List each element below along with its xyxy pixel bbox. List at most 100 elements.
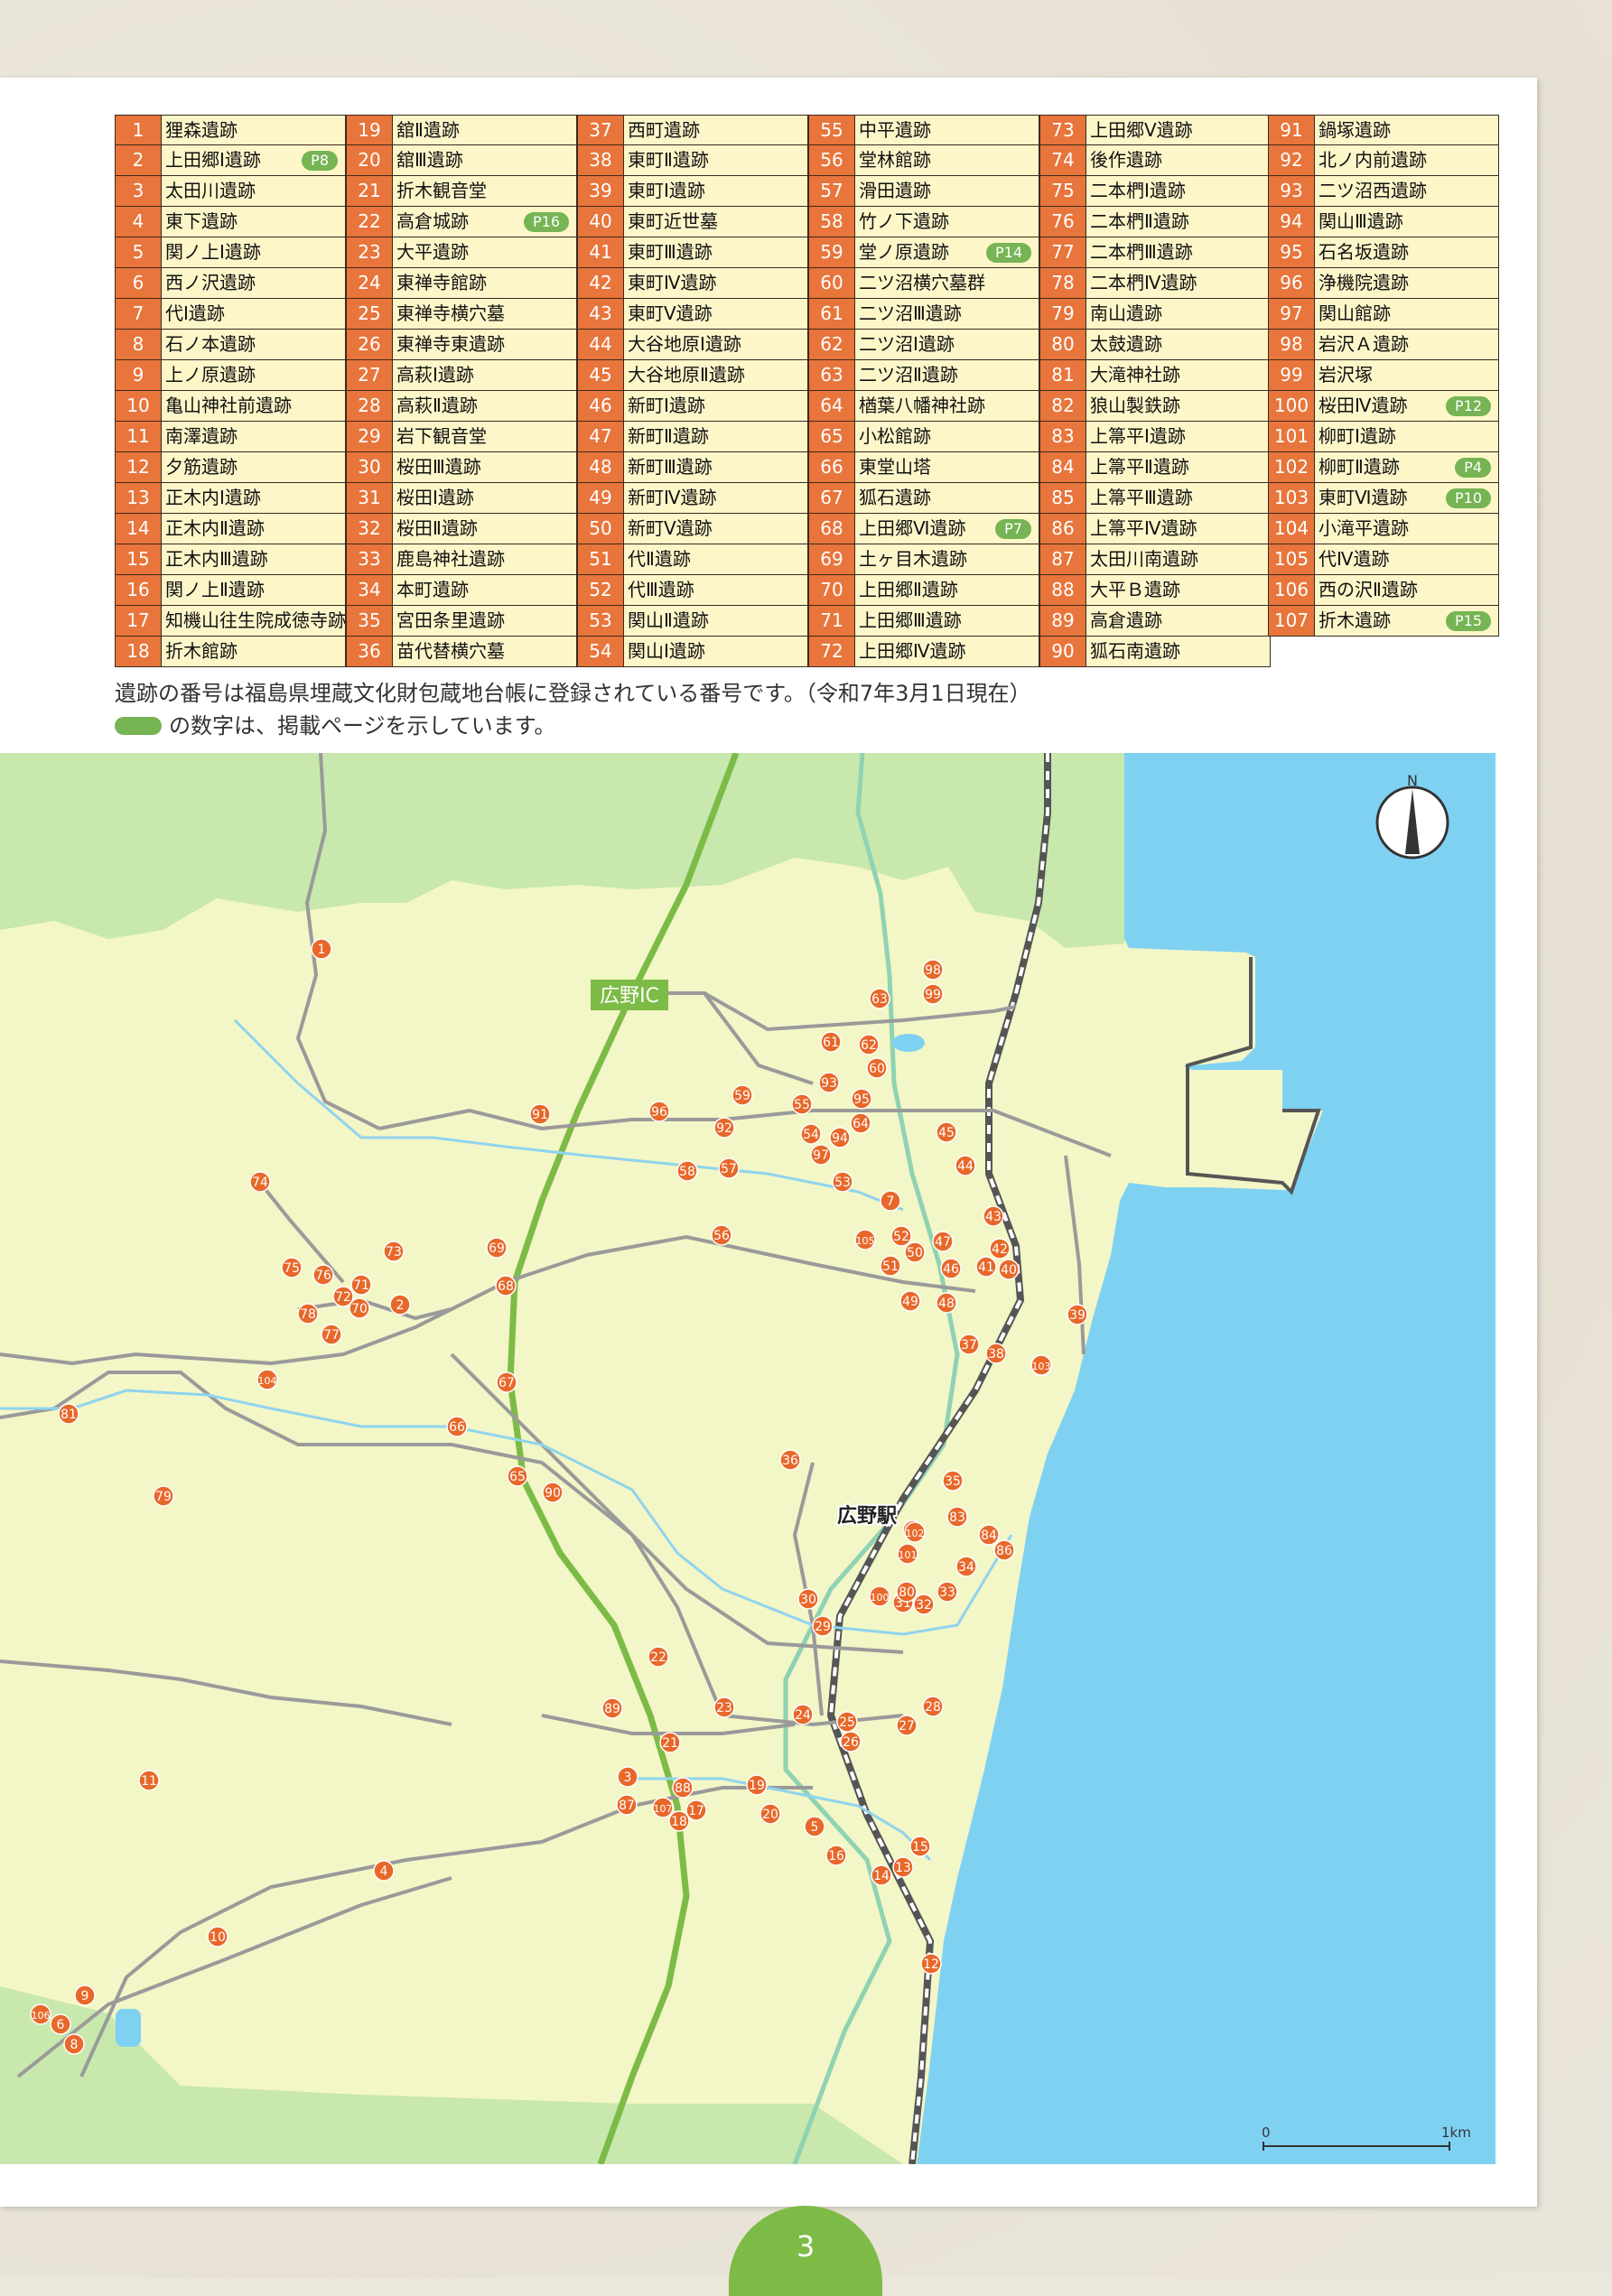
site-marker-20[interactable]: 20	[759, 1803, 781, 1825]
site-marker-47[interactable]: 47	[932, 1231, 954, 1252]
site-marker-32[interactable]: 32	[913, 1594, 935, 1615]
site-marker-103[interactable]: 103	[1030, 1354, 1052, 1376]
site-marker-65[interactable]: 65	[507, 1465, 528, 1487]
site-marker-21[interactable]: 21	[659, 1732, 681, 1753]
site-marker-88[interactable]: 88	[672, 1777, 694, 1799]
site-marker-6[interactable]: 6	[50, 2013, 71, 2035]
site-marker-59[interactable]: 59	[731, 1084, 753, 1106]
site-marker-96[interactable]: 96	[648, 1101, 670, 1122]
site-marker-84[interactable]: 84	[978, 1524, 1000, 1546]
site-marker-57[interactable]: 57	[718, 1157, 740, 1179]
site-marker-36[interactable]: 36	[779, 1449, 801, 1471]
site-marker-62[interactable]: 62	[858, 1034, 880, 1055]
site-marker-105[interactable]: 105	[854, 1229, 876, 1250]
site-marker-46[interactable]: 46	[940, 1258, 962, 1279]
site-marker-49[interactable]: 49	[899, 1290, 921, 1312]
site-marker-66[interactable]: 66	[446, 1416, 468, 1437]
site-marker-16[interactable]: 16	[825, 1845, 847, 1866]
site-marker-25[interactable]: 25	[836, 1711, 858, 1733]
site-marker-3[interactable]: 3	[617, 1766, 638, 1788]
site-marker-78[interactable]: 78	[297, 1303, 319, 1325]
page-reference-badge[interactable]: P8	[302, 151, 338, 171]
site-marker-41[interactable]: 41	[975, 1256, 997, 1278]
site-marker-27[interactable]: 27	[896, 1715, 918, 1736]
site-marker-48[interactable]: 48	[936, 1292, 957, 1314]
site-marker-87[interactable]: 87	[616, 1794, 638, 1816]
site-marker-90[interactable]: 90	[542, 1482, 564, 1503]
site-marker-23[interactable]: 23	[713, 1696, 735, 1718]
site-marker-99[interactable]: 99	[922, 983, 944, 1005]
site-marker-35[interactable]: 35	[942, 1470, 964, 1492]
site-marker-76[interactable]: 76	[312, 1264, 334, 1286]
site-marker-107[interactable]: 107	[652, 1797, 674, 1818]
site-marker-73[interactable]: 73	[383, 1241, 405, 1262]
site-marker-74[interactable]: 74	[249, 1171, 271, 1193]
site-marker-39[interactable]: 39	[1067, 1304, 1088, 1325]
site-marker-100[interactable]: 100	[869, 1585, 890, 1607]
site-marker-72[interactable]: 72	[332, 1286, 354, 1307]
site-marker-89[interactable]: 89	[601, 1697, 623, 1719]
site-marker-14[interactable]: 14	[871, 1864, 892, 1886]
site-marker-7[interactable]: 7	[880, 1190, 901, 1212]
site-marker-51[interactable]: 51	[880, 1255, 901, 1277]
site-marker-102[interactable]: 102	[904, 1521, 926, 1543]
site-marker-42[interactable]: 42	[989, 1238, 1011, 1260]
site-marker-94[interactable]: 94	[829, 1127, 851, 1148]
site-marker-22[interactable]: 22	[648, 1646, 669, 1668]
site-marker-61[interactable]: 61	[820, 1031, 842, 1053]
site-marker-40[interactable]: 40	[998, 1259, 1020, 1280]
site-marker-5[interactable]: 5	[804, 1816, 825, 1837]
site-marker-17[interactable]: 17	[685, 1799, 707, 1821]
site-marker-8[interactable]: 8	[63, 2033, 85, 2055]
site-marker-4[interactable]: 4	[373, 1860, 395, 1882]
site-marker-2[interactable]: 2	[389, 1294, 411, 1315]
site-marker-83[interactable]: 83	[946, 1506, 968, 1528]
page-reference-badge[interactable]: P7	[995, 519, 1031, 539]
page-reference-badge[interactable]: P16	[523, 212, 569, 232]
site-marker-58[interactable]: 58	[676, 1160, 698, 1182]
site-marker-67[interactable]: 67	[496, 1371, 517, 1393]
site-marker-37[interactable]: 37	[958, 1334, 980, 1355]
page-reference-badge[interactable]: P14	[985, 243, 1031, 263]
site-marker-81[interactable]: 81	[58, 1403, 79, 1425]
site-marker-55[interactable]: 55	[791, 1093, 813, 1115]
site-marker-93[interactable]: 93	[818, 1072, 840, 1093]
site-marker-53[interactable]: 53	[832, 1171, 853, 1193]
site-marker-50[interactable]: 50	[904, 1241, 926, 1263]
page-reference-badge[interactable]: P12	[1445, 396, 1491, 416]
site-marker-45[interactable]: 45	[936, 1121, 957, 1143]
site-marker-60[interactable]: 60	[866, 1057, 888, 1079]
site-marker-52[interactable]: 52	[890, 1225, 912, 1247]
site-marker-29[interactable]: 29	[812, 1615, 834, 1637]
site-marker-97[interactable]: 97	[810, 1144, 832, 1166]
site-marker-15[interactable]: 15	[909, 1836, 931, 1857]
site-marker-24[interactable]: 24	[792, 1704, 814, 1725]
site-marker-9[interactable]: 9	[74, 1985, 96, 2006]
site-marker-13[interactable]: 13	[892, 1856, 914, 1878]
site-marker-80[interactable]: 80	[896, 1581, 918, 1603]
site-marker-34[interactable]: 34	[955, 1556, 977, 1577]
site-marker-10[interactable]: 10	[207, 1926, 228, 1947]
site-marker-56[interactable]: 56	[711, 1224, 732, 1246]
page-reference-badge[interactable]: P4	[1455, 458, 1491, 478]
site-marker-106[interactable]: 106	[30, 2003, 51, 2025]
site-marker-64[interactable]: 64	[850, 1112, 871, 1134]
site-marker-38[interactable]: 38	[985, 1343, 1007, 1364]
page-reference-badge[interactable]: P15	[1445, 611, 1491, 631]
site-marker-63[interactable]: 63	[869, 988, 890, 1009]
site-marker-75[interactable]: 75	[281, 1257, 303, 1278]
site-marker-43[interactable]: 43	[983, 1205, 1004, 1227]
site-marker-71[interactable]: 71	[350, 1274, 372, 1296]
site-marker-12[interactable]: 12	[920, 1953, 942, 1975]
site-marker-33[interactable]: 33	[936, 1581, 958, 1603]
page-reference-badge[interactable]: P10	[1445, 488, 1491, 508]
site-marker-54[interactable]: 54	[800, 1123, 822, 1145]
site-marker-28[interactable]: 28	[922, 1696, 944, 1717]
site-marker-101[interactable]: 101	[897, 1543, 918, 1565]
site-marker-98[interactable]: 98	[922, 959, 944, 981]
site-marker-79[interactable]: 79	[153, 1485, 174, 1507]
site-marker-91[interactable]: 91	[529, 1103, 551, 1125]
site-marker-11[interactable]: 11	[138, 1770, 160, 1791]
site-marker-1[interactable]: 1	[311, 938, 332, 960]
site-marker-86[interactable]: 86	[993, 1539, 1015, 1561]
